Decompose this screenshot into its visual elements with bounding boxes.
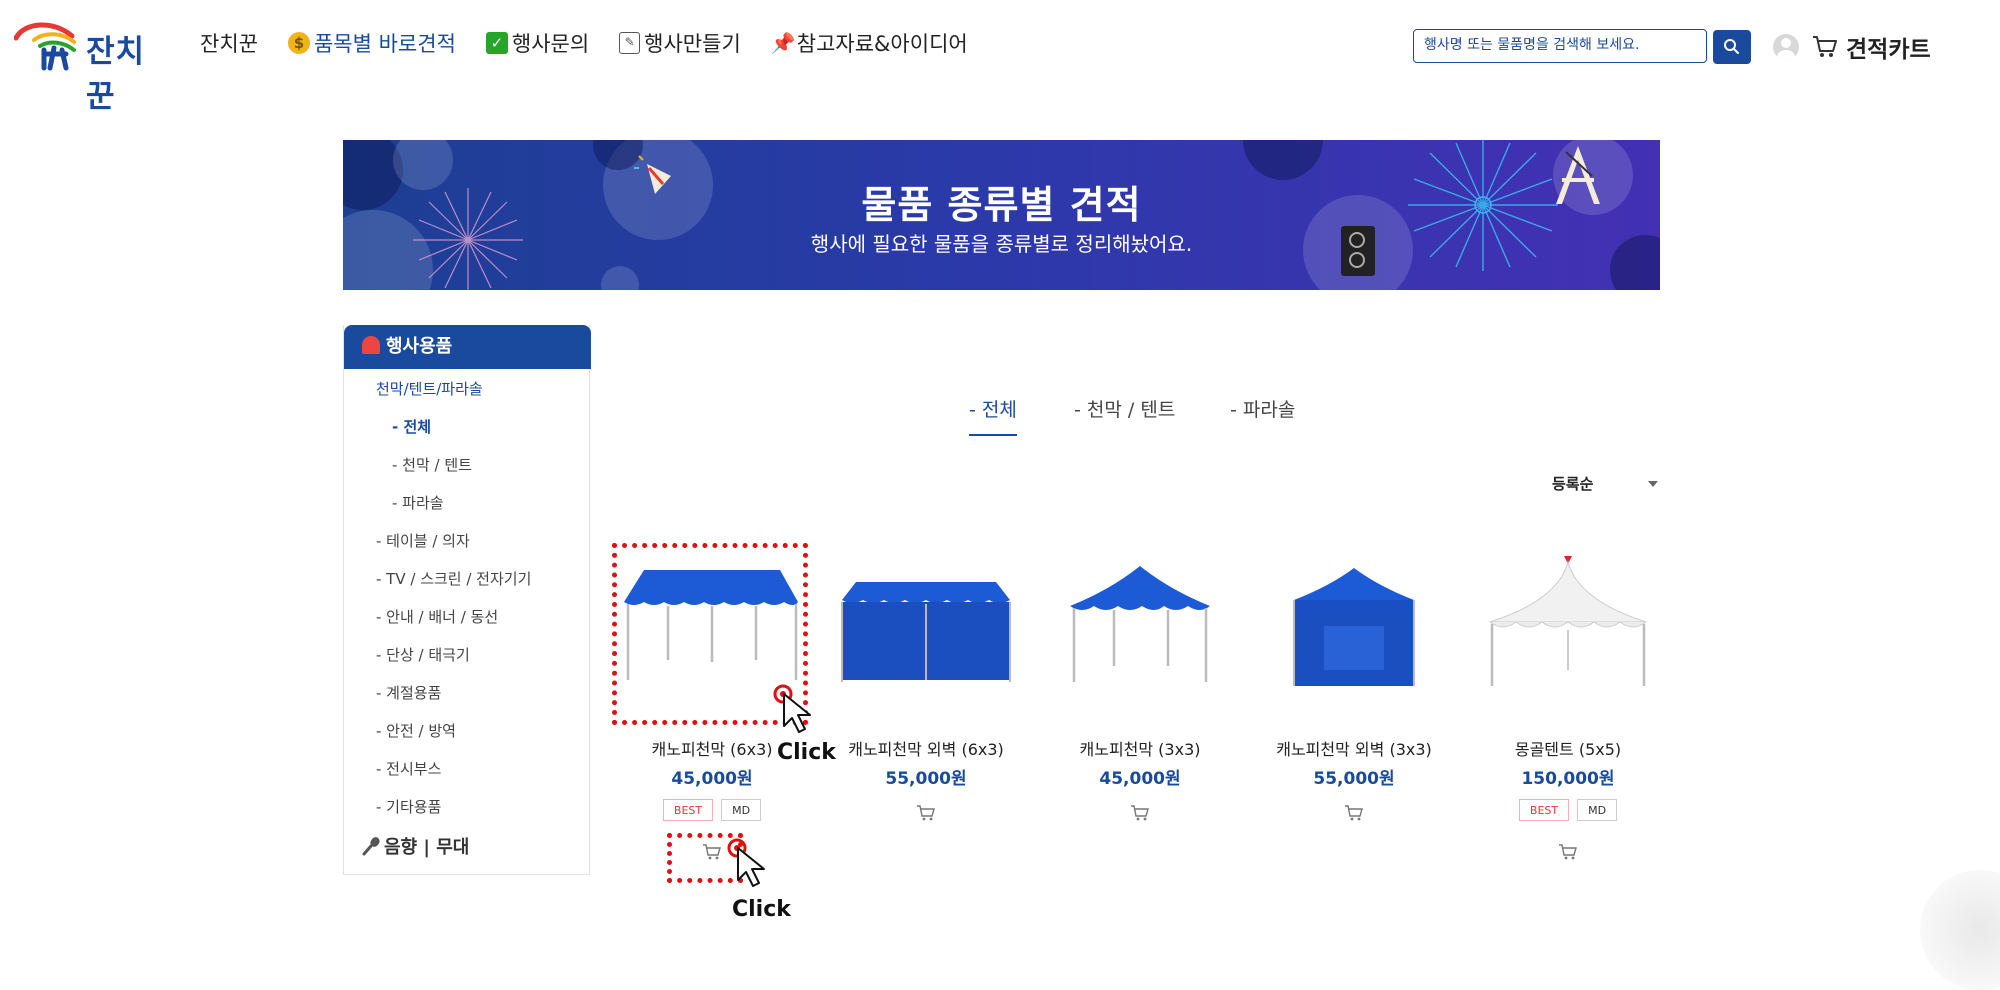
product-image-canopy-wall-3x3[interactable] [1254, 550, 1454, 710]
banner-decoration [601, 266, 639, 290]
product-badges: BEST MD [612, 799, 812, 821]
add-to-cart-icon[interactable] [1558, 843, 1578, 861]
product-price: 45,000원 [671, 769, 753, 789]
add-to-cart-icon[interactable] [1130, 804, 1150, 822]
tab-parasol[interactable]: - 파라솔 [1230, 395, 1295, 434]
nav-create-event[interactable]: ✎ 행사만들기 [619, 28, 741, 58]
product-image-canopy-3x3[interactable] [1040, 550, 1240, 710]
product-price: 150,000원 [1521, 769, 1615, 789]
md-badge: MD [1577, 799, 1618, 821]
nav-home-label: 잔치꾼 [200, 32, 258, 56]
click-hint-label: Click [732, 897, 791, 922]
md-badge: MD [721, 799, 762, 821]
nav-quick-quote[interactable]: $ 품목별 바로견적 [287, 28, 456, 58]
logo-mark-icon [13, 22, 76, 71]
mouse-cursor-icon [727, 838, 765, 887]
product-price: 55,000원 [1313, 769, 1395, 789]
add-to-cart-icon[interactable] [1344, 804, 1364, 822]
search-input[interactable]: 행사명 또는 물품명을 검색해 보세요. [1413, 29, 1707, 63]
site-header: 잔치꾼 잔치꾼 $ 품목별 바로견적 ✓ 행사문의 ✎ 행사만들기 📌 참고자료… [0, 0, 2000, 115]
sidebar-audio-stage[interactable]: 음향 | 무대 [362, 833, 469, 859]
product-image-mongol-tent[interactable] [1468, 550, 1668, 710]
user-avatar-icon[interactable] [1773, 34, 1799, 60]
pushpin-icon: 📌 [770, 31, 796, 55]
category-sidebar: 행사용품 천막/텐트/파라솔 - 전체 - 천막 / 텐트 - 파라솔 - 테이… [343, 325, 591, 875]
sidebar-item-all[interactable]: - 전체 [392, 416, 431, 437]
chevron-down-icon[interactable] [1648, 481, 1658, 487]
floating-button-shadow [1920, 870, 2000, 990]
sidebar-item-safety[interactable]: - 안전 / 방역 [376, 720, 456, 741]
sidebar-item-etc[interactable]: - 기타용품 [376, 796, 441, 817]
product-price: 55,000원 [885, 769, 967, 789]
check-icon: ✓ [485, 32, 508, 54]
sort-select[interactable]: 등록순 [1552, 473, 1593, 494]
speaker-icon [1341, 226, 1375, 276]
search-icon [1724, 39, 1739, 54]
sidebar-item-tent[interactable]: - 천막 / 텐트 [392, 454, 472, 475]
quote-cart-button[interactable]: 견적카트 [1812, 30, 1931, 64]
nav-create-event-label: 행사만들기 [644, 32, 741, 56]
main-nav: 잔치꾼 $ 품목별 바로견적 ✓ 행사문의 ✎ 행사만들기 📌 참고자료&아이디… [200, 28, 968, 58]
memo-icon: ✎ [619, 32, 641, 54]
product-name[interactable]: 캐노피천막 외벽 (3x3) [1234, 736, 1474, 760]
product-name[interactable]: 캐노피천막 외벽 (6x3) [806, 736, 1046, 760]
nav-quick-quote-label: 품목별 바로견적 [313, 32, 456, 56]
category-banner: 물품 종류별 견적 행사에 필요한 물품을 종류별로 정리해놨어요. [343, 140, 1660, 290]
circus-tent-icon [362, 336, 380, 354]
easel-icon [1556, 146, 1600, 204]
firework-right-icon [1408, 140, 1558, 271]
sidebar-item-table-chair[interactable]: - 테이블 / 의자 [376, 530, 470, 551]
sidebar-item-tv-screen[interactable]: - TV / 스크린 / 전자기기 [376, 568, 531, 589]
sidebar-item-seasonal[interactable]: - 계절용품 [376, 682, 441, 703]
sidebar-heading[interactable]: 행사용품 [344, 325, 591, 369]
add-to-cart-icon[interactable] [916, 804, 936, 822]
tab-tent[interactable]: - 천막 / 텐트 [1074, 395, 1175, 434]
click-hint-label: Click [777, 740, 836, 765]
nav-references[interactable]: 📌 참고자료&아이디어 [771, 28, 968, 58]
site-logo[interactable]: 잔치꾼 [13, 20, 174, 115]
product-image-canopy-wall-6x3[interactable] [826, 550, 1026, 710]
nav-home[interactable]: 잔치꾼 [200, 28, 258, 58]
sidebar-heading-label: 행사용품 [386, 336, 453, 357]
sidebar-audio-label: 음향 | 무대 [384, 837, 470, 858]
nav-references-label: 참고자료&아이디어 [796, 32, 968, 56]
sidebar-item-guide-banner[interactable]: - 안내 / 배너 / 동선 [376, 606, 498, 627]
logo-text: 잔치꾼 [86, 34, 146, 115]
product-price: 45,000원 [1099, 769, 1181, 789]
best-badge: BEST [1518, 799, 1570, 821]
nav-inquiry[interactable]: ✓ 행사문의 [485, 28, 590, 58]
best-badge: BEST [662, 799, 714, 821]
cart-icon [1813, 36, 1837, 57]
sidebar-item-tent-parasol[interactable]: 천막/텐트/파라솔 [376, 378, 483, 399]
subcategory-tabs: - 전체 - 천막 / 텐트 - 파라솔 [968, 392, 1328, 436]
money-bag-icon: $ [287, 32, 310, 54]
product-name[interactable]: 캐노피천막 (3x3) [1020, 736, 1260, 760]
nav-inquiry-label: 행사문의 [511, 32, 590, 56]
mouse-cursor-icon [773, 684, 811, 733]
microphone-icon [362, 837, 380, 856]
sidebar-item-podium-flag[interactable]: - 단상 / 태극기 [376, 644, 470, 665]
quote-cart-label: 견적카트 [1846, 37, 1931, 63]
sidebar-item-parasol[interactable]: - 파라솔 [392, 492, 444, 513]
tab-all[interactable]: - 전체 [969, 395, 1017, 436]
search-button[interactable] [1713, 30, 1751, 64]
product-name[interactable]: 몽골텐트 (5x5) [1448, 736, 1688, 760]
sidebar-item-booth[interactable]: - 전시부스 [376, 758, 441, 779]
product-badges: BEST MD [1468, 799, 1668, 821]
